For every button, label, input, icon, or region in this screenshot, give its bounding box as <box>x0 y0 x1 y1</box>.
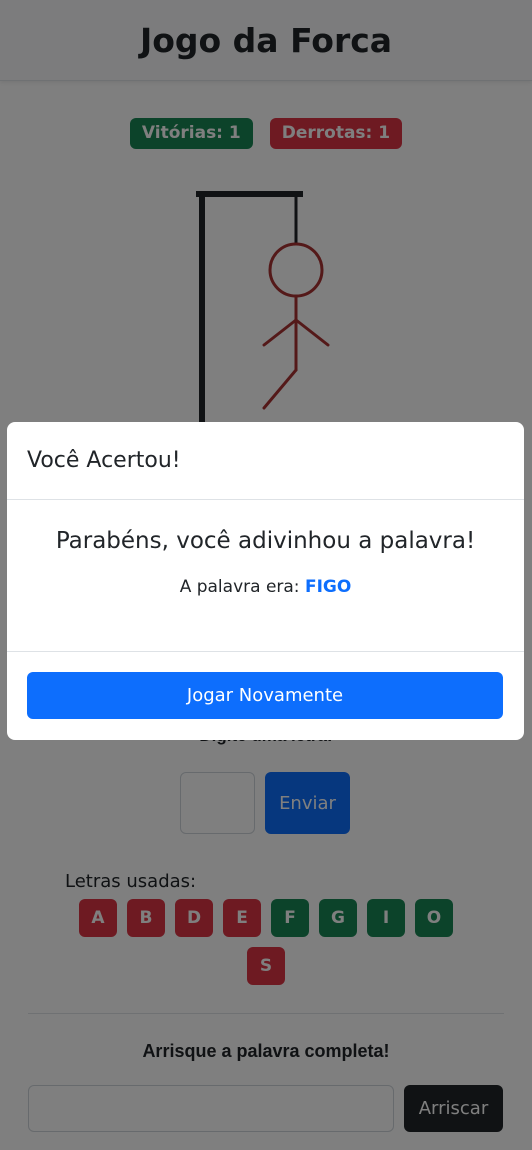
modal-title: Você Acertou! <box>27 448 181 473</box>
modal-message: Parabéns, você adivinhou a palavra! <box>55 528 476 554</box>
modal-body: Parabéns, você adivinhou a palavra! A pa… <box>7 500 524 652</box>
game-page: Jogo da Forca Vitórias: 1 Derrotas: 1 Di… <box>0 0 532 1150</box>
result-modal: Você Acertou! Parabéns, você adivinhou a… <box>7 422 524 740</box>
modal-header: Você Acertou! <box>7 422 524 500</box>
word-prefix: A palavra era: <box>179 577 300 597</box>
revealed-word: FIGO <box>304 577 352 597</box>
modal-footer: Jogar Novamente <box>7 652 524 719</box>
modal-word-line: A palavra era: FIGO <box>7 577 524 597</box>
play-again-button[interactable]: Jogar Novamente <box>27 672 503 719</box>
